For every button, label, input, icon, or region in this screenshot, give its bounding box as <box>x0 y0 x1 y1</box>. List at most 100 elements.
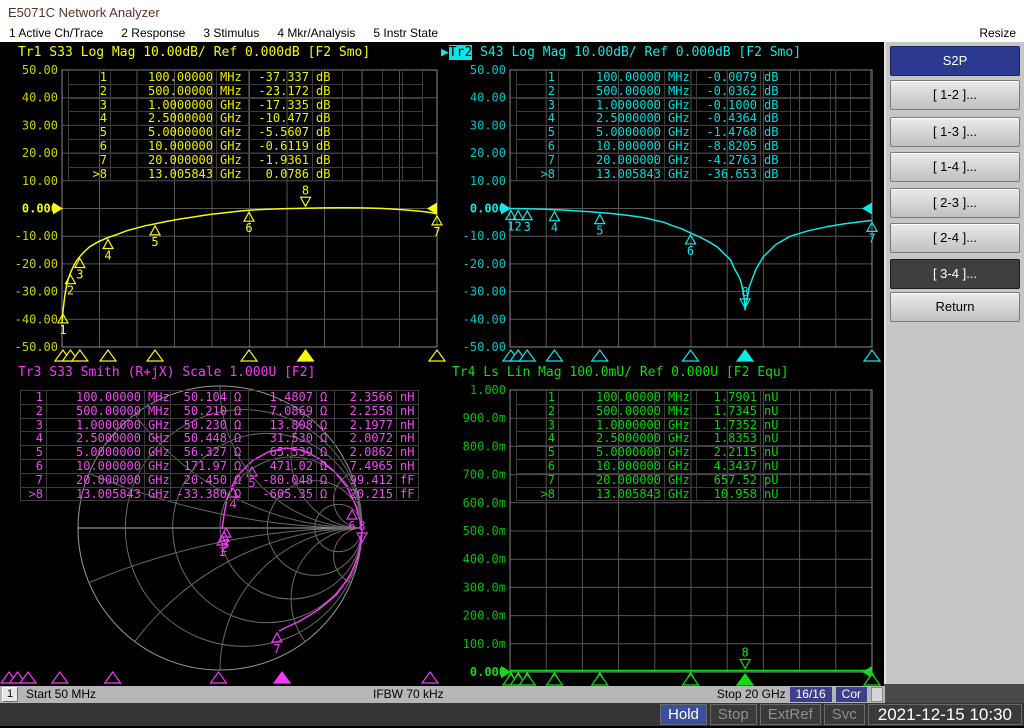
marker-table-cell <box>791 474 811 488</box>
marker-table-cell: GHz <box>217 168 249 182</box>
softkey-2-4[interactable]: [ 2-4 ]... <box>890 223 1020 253</box>
softkey-2-3[interactable]: [ 2-3 ]... <box>890 188 1020 218</box>
svg-text:800.0m: 800.0m <box>463 439 506 453</box>
tr3-header[interactable]: Tr3 S33 Smith (R+jX) Scale 1.000U [F2] <box>18 364 315 381</box>
marker-table-cell: nU <box>761 405 791 419</box>
stimulus-marker <box>298 350 314 361</box>
marker-table-cell <box>403 99 423 113</box>
softkey-1-3[interactable]: [ 1-3 ]... <box>890 117 1020 147</box>
marker-table-cell: Ω <box>231 405 249 419</box>
marker-table-cell <box>811 112 831 126</box>
menu-item-4[interactable]: 4 Mkr/Analysis <box>277 24 355 42</box>
marker-table-cell: Ω <box>317 474 335 488</box>
marker-3 <box>522 211 532 220</box>
softkey-3-4[interactable]: [ 3-4 ]... <box>890 259 1020 289</box>
svg-text:1: 1 <box>59 323 66 337</box>
marker-table-cell <box>403 154 423 168</box>
svg-text:-40.00: -40.00 <box>463 312 506 326</box>
tr1-header[interactable]: Tr1 S33 Log Mag 10.00dB/ Ref 0.000dB [F2… <box>18 44 370 61</box>
marker-table-cell: 1.7901 <box>697 391 761 405</box>
marker-table-cell: 2.2115 <box>697 446 761 460</box>
marker-table-cell: 13.808 <box>249 419 317 433</box>
svg-text:-30.00: -30.00 <box>463 285 506 299</box>
softkey-1-4[interactable]: [ 1-4 ]... <box>890 152 1020 182</box>
marker-table-cell <box>363 112 383 126</box>
marker-table-cell <box>851 460 871 474</box>
svg-text:5: 5 <box>151 235 158 249</box>
marker-table-cell: 10.000000 <box>559 140 665 154</box>
marker-table-cell <box>343 154 363 168</box>
stop-indicator: Stop <box>710 704 757 725</box>
marker-table-cell <box>343 71 363 85</box>
marker-table-cell <box>403 112 423 126</box>
menu-item-5[interactable]: 5 Instr State <box>373 24 438 42</box>
softkey-1-2[interactable]: [ 1-2 ]... <box>890 80 1020 110</box>
stimulus-marker <box>683 674 699 685</box>
marker-table-cell: 500.00000 <box>111 85 217 99</box>
marker-table-cell <box>383 168 403 182</box>
window-title: E5071C Network Analyzer <box>0 0 1024 24</box>
svg-text:3: 3 <box>524 220 531 234</box>
stimulus-marker <box>241 350 257 361</box>
marker-table-cell: Ω <box>231 474 249 488</box>
marker-table-cell: >8 <box>69 168 111 182</box>
marker-table-cell <box>851 446 871 460</box>
status-bar: 1 Start 50 MHz IFBW 70 kHz Stop 20 GHz 1… <box>0 686 885 703</box>
marker-table-cell: MHz <box>145 391 171 405</box>
stimulus-marker <box>105 672 121 683</box>
marker-table-cell: 7 <box>517 474 559 488</box>
svg-text:400.0m: 400.0m <box>463 552 506 566</box>
marker-table-cell: 5.0000000 <box>559 446 665 460</box>
tr2-header[interactable]: ▶Tr2 S43 Log Mag 10.00dB/ Ref 0.000dB [F… <box>441 44 801 61</box>
svg-text:1: 1 <box>507 220 514 234</box>
marker-table-cell: GHz <box>217 126 249 140</box>
marker-table-cell: 13.005843 <box>111 168 217 182</box>
marker-table-cell: fF <box>397 474 419 488</box>
marker-table-cell: >8 <box>517 488 559 502</box>
tr3-marker-table: 1100.00000MHz50.104Ω1.4807Ω2.3566nH2500.… <box>20 390 419 501</box>
marker-table-cell: GHz <box>665 474 697 488</box>
marker-table-cell: dB <box>761 99 791 113</box>
marker-table-cell <box>383 71 403 85</box>
marker-table-cell <box>791 419 811 433</box>
tr1-marker-table: 1100.00000MHz-37.337dB2500.00000MHz-23.1… <box>68 70 423 181</box>
menu-item-2[interactable]: 2 Response <box>121 24 185 42</box>
marker-table-cell: 2.5000000 <box>559 432 665 446</box>
marker-table-cell: GHz <box>665 488 697 502</box>
marker-table-cell: dB <box>313 168 343 182</box>
resize-button[interactable]: Resize <box>979 24 1016 42</box>
tr4-header[interactable]: Tr4 Ls Lin Mag 100.0mU/ Ref 0.000U [F2 E… <box>452 364 789 381</box>
marker-table-cell: nU <box>761 460 791 474</box>
svg-text:20.00: 20.00 <box>470 146 506 160</box>
menu-item-1[interactable]: 1 Active Ch/Trace <box>9 24 103 42</box>
svg-text:50.00: 50.00 <box>470 64 506 77</box>
marker-8 <box>301 197 311 206</box>
tr2-marker-table: 1100.00000MHz-0.0079dB2500.00000MHz-0.03… <box>516 70 871 181</box>
marker-table-cell <box>791 168 811 182</box>
marker-table-cell: 1.4807 <box>249 391 317 405</box>
svg-text:500.0m: 500.0m <box>463 524 506 538</box>
marker-table-cell: Ω <box>231 488 249 502</box>
marker-table-cell: 20.215 <box>335 488 397 502</box>
marker-table-cell: nH <box>397 432 419 446</box>
marker-table-cell: dB <box>313 71 343 85</box>
marker-table-cell: GHz <box>665 112 697 126</box>
marker-table-cell <box>363 154 383 168</box>
marker-table-cell <box>791 71 811 85</box>
marker-table-cell: Ω <box>317 432 335 446</box>
stimulus-marker <box>20 672 36 683</box>
marker-table-cell: 50.448 <box>171 432 231 446</box>
softkey-return[interactable]: Return <box>890 292 1020 322</box>
marker-table-cell: 3 <box>517 99 559 113</box>
tr4-marker-table: 1100.00000MHz1.7901nU2500.00000MHz1.7345… <box>516 390 871 501</box>
marker-table-cell: -1.4768 <box>697 126 761 140</box>
marker-table-cell: Ω <box>231 432 249 446</box>
marker-table-cell: GHz <box>665 140 697 154</box>
svg-text:6: 6 <box>348 519 355 533</box>
marker-table-cell <box>851 432 871 446</box>
softkey-s2p[interactable]: S2P <box>890 46 1020 76</box>
marker-table-cell: 2 <box>21 405 47 419</box>
menu-item-3[interactable]: 3 Stimulus <box>203 24 259 42</box>
marker-table-cell <box>851 154 871 168</box>
stimulus-marker <box>274 672 290 683</box>
